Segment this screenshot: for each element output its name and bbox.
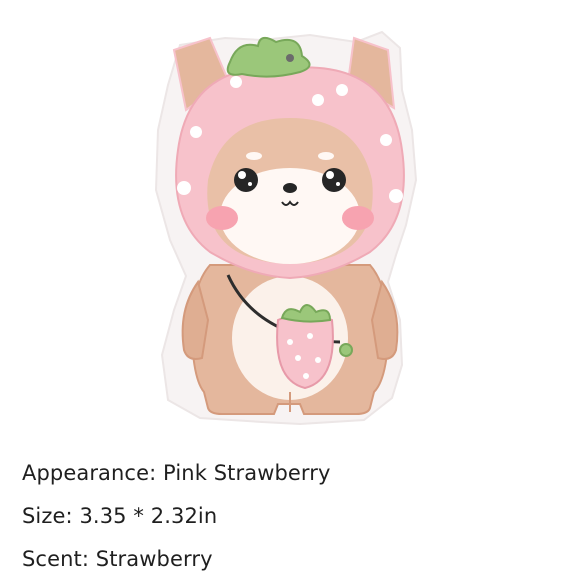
spec-scent: Scent: Strawberry	[22, 547, 213, 571]
product-spec-list: Appearance: Pink Strawberry Size: 3.35 *…	[22, 452, 331, 581]
dog-right-eyebrow	[318, 152, 334, 160]
dog-right-blush	[342, 206, 374, 230]
dog-left-eye	[234, 168, 258, 192]
dog-right-eye	[322, 168, 346, 192]
spec-appearance: Appearance: Pink Strawberry	[22, 461, 331, 485]
strawberry-shiba-sticker-image	[154, 30, 418, 426]
dog-nose	[283, 183, 297, 193]
dog-left-eyebrow	[246, 152, 262, 160]
dog-left-blush	[206, 206, 238, 230]
spec-size: Size: 3.35 * 2.32in	[22, 504, 218, 528]
